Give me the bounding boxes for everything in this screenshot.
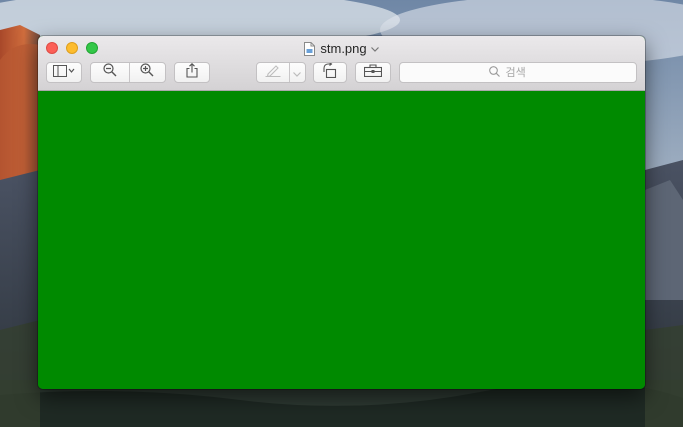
title-bar[interactable]: stm.png	[38, 36, 645, 91]
rotate-button[interactable]	[313, 61, 347, 83]
zoom-control	[90, 62, 166, 83]
window-title: stm.png	[320, 41, 367, 56]
chevron-down-icon[interactable]	[370, 39, 379, 57]
zoom-in-button[interactable]	[128, 63, 165, 82]
rotate-icon	[322, 61, 338, 83]
search-field[interactable]	[399, 62, 637, 83]
share-icon	[186, 62, 198, 83]
segment-divider	[289, 63, 290, 82]
image-canvas	[38, 91, 645, 389]
sidebar-icon	[53, 64, 75, 82]
toolbox-button[interactable]	[355, 62, 391, 83]
zoom-out-button[interactable]	[91, 63, 128, 82]
markup-menu-button[interactable]	[288, 64, 305, 82]
segment-divider	[129, 63, 130, 82]
share-button[interactable]	[174, 62, 210, 83]
markup-control	[256, 62, 306, 83]
zoom-out-icon	[102, 63, 117, 82]
preview-window: stm.png	[38, 36, 645, 389]
document-icon	[304, 42, 316, 61]
zoom-in-icon	[139, 63, 154, 82]
markup-button[interactable]	[257, 64, 288, 82]
window-title-area[interactable]: stm.png	[38, 39, 645, 61]
search-icon	[488, 65, 500, 80]
sidebar-button[interactable]	[46, 62, 82, 83]
toolbox-icon	[363, 63, 383, 82]
chevron-down-icon	[292, 64, 301, 82]
search-input[interactable]	[503, 65, 548, 80]
pen-icon	[265, 64, 281, 82]
